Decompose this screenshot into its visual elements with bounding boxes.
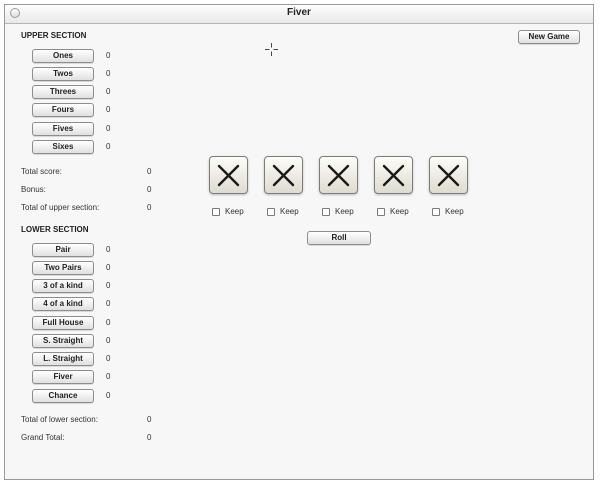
die-1[interactable] <box>209 156 248 194</box>
three-of-a-kind-score: 0 <box>106 281 111 290</box>
keep-label-3: Keep <box>335 207 354 216</box>
fiver-score: 0 <box>106 372 111 381</box>
sixes-score: 0 <box>106 142 111 151</box>
large-straight-button[interactable]: L. Straight <box>32 352 94 366</box>
large-straight-score: 0 <box>106 354 111 363</box>
twos-score: 0 <box>106 69 111 78</box>
die-4[interactable] <box>374 156 413 194</box>
two-pairs-button[interactable]: Two Pairs <box>32 261 94 275</box>
small-straight-button[interactable]: S. Straight <box>32 334 94 348</box>
fives-button[interactable]: Fives <box>32 122 94 136</box>
pair-button[interactable]: Pair <box>32 243 94 257</box>
fives-score: 0 <box>106 124 111 133</box>
lower-section-heading: LOWER SECTION <box>21 225 89 234</box>
keep-checkbox-4[interactable] <box>377 207 385 216</box>
keep-label-4: Keep <box>390 207 409 216</box>
keep-label-1: Keep <box>225 207 244 216</box>
crosshair-cursor-icon <box>265 43 278 56</box>
threes-button[interactable]: Threes <box>32 85 94 99</box>
lower-total-value: 0 <box>147 415 152 424</box>
x-mark-icon <box>272 164 295 187</box>
keep-toggle-1[interactable]: Keep <box>212 206 244 217</box>
lower-total-label: Total of lower section: <box>21 415 98 424</box>
roll-button[interactable]: Roll <box>307 231 371 245</box>
die-2[interactable] <box>264 156 303 194</box>
chance-score: 0 <box>106 391 111 400</box>
four-of-a-kind-button[interactable]: 4 of a kind <box>32 297 94 311</box>
die-5[interactable] <box>429 156 468 194</box>
pair-score: 0 <box>106 245 111 254</box>
upper-total-value: 0 <box>147 203 152 212</box>
threes-score: 0 <box>106 87 111 96</box>
keep-checkbox-2[interactable] <box>267 207 275 216</box>
keep-checkbox-3[interactable] <box>322 207 330 216</box>
new-game-button[interactable]: New Game <box>518 30 580 44</box>
grand-total-label: Grand Total: <box>21 433 65 442</box>
keep-toggle-2[interactable]: Keep <box>267 206 299 217</box>
x-mark-icon <box>327 164 350 187</box>
bonus-value: 0 <box>147 185 152 194</box>
keep-label-5: Keep <box>445 207 464 216</box>
upper-total-label: Total of upper section: <box>21 203 100 212</box>
die-3[interactable] <box>319 156 358 194</box>
three-of-a-kind-button[interactable]: 3 of a kind <box>32 279 94 293</box>
x-mark-icon <box>217 164 240 187</box>
keep-toggle-5[interactable]: Keep <box>432 206 464 217</box>
title-bar: Fiver <box>5 5 593 24</box>
keep-checkbox-5[interactable] <box>432 207 440 216</box>
ones-button[interactable]: Ones <box>32 49 94 63</box>
keep-label-2: Keep <box>280 207 299 216</box>
fiver-button[interactable]: Fiver <box>32 370 94 384</box>
total-score-value: 0 <box>147 167 152 176</box>
small-straight-score: 0 <box>106 336 111 345</box>
x-mark-icon <box>437 164 460 187</box>
keep-toggle-4[interactable]: Keep <box>377 206 409 217</box>
bonus-label: Bonus: <box>21 185 46 194</box>
total-score-label: Total score: <box>21 167 62 176</box>
full-house-score: 0 <box>106 318 111 327</box>
grand-total-value: 0 <box>147 433 152 442</box>
keep-checkbox-1[interactable] <box>212 207 220 216</box>
two-pairs-score: 0 <box>106 263 111 272</box>
fours-button[interactable]: Fours <box>32 103 94 117</box>
chance-button[interactable]: Chance <box>32 389 94 403</box>
sixes-button[interactable]: Sixes <box>32 140 94 154</box>
fours-score: 0 <box>106 105 111 114</box>
upper-section-heading: UPPER SECTION <box>21 31 87 40</box>
keep-toggle-3[interactable]: Keep <box>322 206 354 217</box>
four-of-a-kind-score: 0 <box>106 299 111 308</box>
full-house-button[interactable]: Full House <box>32 316 94 330</box>
twos-button[interactable]: Twos <box>32 67 94 81</box>
ones-score: 0 <box>106 51 111 60</box>
x-mark-icon <box>382 164 405 187</box>
window-title: Fiver <box>287 7 311 18</box>
game-window: Fiver UPPER SECTION Ones 0 Twos 0 Threes… <box>4 4 594 480</box>
